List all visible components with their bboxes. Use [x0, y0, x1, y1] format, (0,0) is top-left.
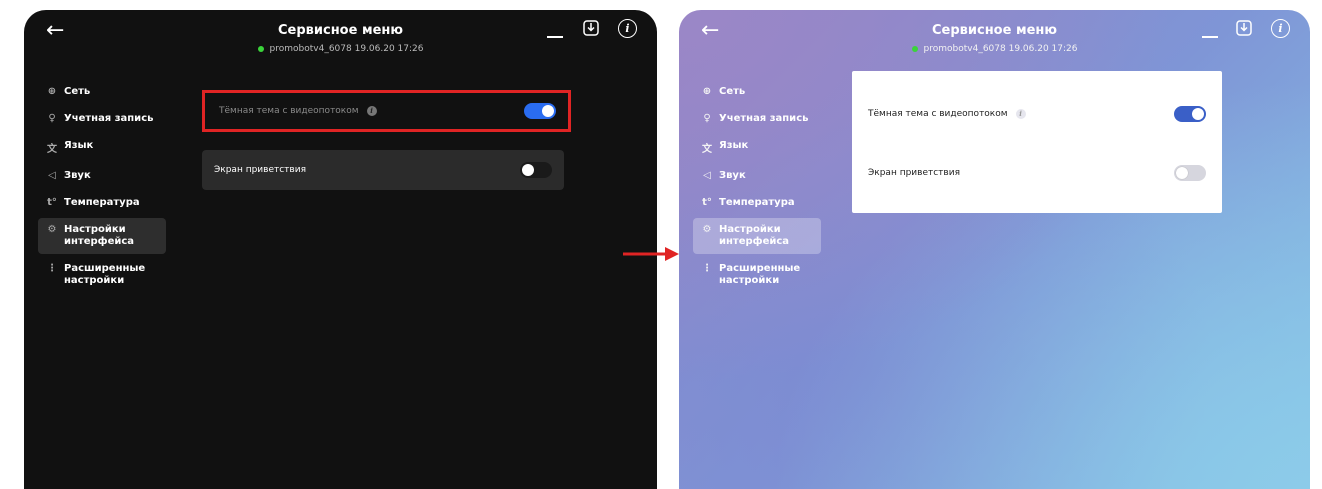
dark-theme-toggle[interactable]: [1174, 106, 1206, 122]
sidebar-icon: t°: [702, 197, 712, 208]
sidebar-icon: 文: [702, 144, 712, 155]
sidebar-item-2[interactable]: 文 Язык: [693, 134, 841, 161]
sidebar-item-1[interactable]: ♀ Учетная запись: [693, 107, 841, 131]
setting-label: Тёмная тема с видеопотоком i: [219, 106, 377, 116]
device-id-timestamp: promobotv4_6078 19.06.20 17:26: [923, 44, 1078, 54]
download-icon[interactable]: [1235, 19, 1253, 37]
download-icon[interactable]: [582, 19, 600, 37]
sidebar: ⊕ Сеть ♀ Учетная запись 文 Язык ◁ Звук t° Температ…: [693, 80, 841, 296]
toggle-knob: [1192, 108, 1204, 120]
sidebar-item-label: Сеть: [64, 86, 91, 97]
light-theme-screen: ← Сервисное меню promobotv4_6078 19.06.2…: [679, 10, 1310, 489]
sidebar-item-label: Язык: [64, 140, 94, 151]
info-icon[interactable]: i: [618, 19, 637, 38]
sidebar-item-label: Язык: [719, 140, 749, 151]
online-status-icon: [257, 45, 264, 52]
sidebar-item-label: Звук: [64, 170, 91, 181]
sidebar-item-2[interactable]: 文 Язык: [38, 134, 186, 161]
sidebar-item-5[interactable]: ⚙ Настройки интерфейса: [693, 218, 821, 254]
dark-theme-screen: ← Сервисное меню promobotv4_6078 19.06.2…: [24, 10, 657, 489]
online-status-icon: [911, 45, 918, 52]
sidebar-item-0[interactable]: ⊕ Сеть: [38, 80, 186, 104]
sidebar-item-label: Учетная запись: [719, 113, 809, 124]
sidebar-icon: ⚙: [47, 224, 57, 235]
sidebar: ⊕ Сеть ♀ Учетная запись 文 Язык ◁ Звук t° Температ…: [38, 80, 186, 296]
sidebar-item-0[interactable]: ⊕ Сеть: [693, 80, 841, 104]
transition-arrow-icon: [623, 247, 679, 261]
sidebar-item-4[interactable]: t° Температура: [38, 191, 186, 215]
info-icon[interactable]: i: [1015, 109, 1026, 119]
toggle-knob: [542, 105, 554, 117]
sidebar-item-label: Звук: [719, 170, 746, 181]
sidebar-item-5[interactable]: ⚙ Настройки интерфейса: [38, 218, 166, 254]
setting-label: Экран приветствия: [868, 168, 960, 178]
setting-label-text: Экран приветствия: [214, 165, 306, 175]
sidebar-icon: 文: [47, 144, 57, 155]
sidebar-icon: ⊕: [702, 86, 712, 97]
info-icon[interactable]: i: [1271, 19, 1290, 38]
device-status: promobotv4_6078 19.06.20 17:26: [24, 44, 657, 54]
sidebar-item-label: Настройки интерфейса: [64, 224, 135, 247]
sidebar-icon: ◁: [48, 170, 56, 181]
sidebar-item-label: Расширенные настройки: [719, 263, 801, 286]
sidebar-icon: ⚙: [702, 224, 712, 235]
sidebar-item-label: Температура: [64, 197, 140, 208]
sidebar-item-label: Учетная запись: [64, 113, 154, 124]
setting-label: Тёмная тема с видеопотоком i: [868, 109, 1026, 119]
sidebar-icon: ⋮: [47, 263, 57, 274]
sidebar-icon: t°: [47, 197, 57, 208]
sidebar-icon: ⊕: [47, 86, 57, 97]
setting-label-text: Тёмная тема с видеопотоком: [219, 106, 359, 116]
setting-label-text: Экран приветствия: [868, 168, 960, 178]
welcome-screen-toggle[interactable]: [520, 162, 552, 178]
sidebar-icon: ♀: [48, 113, 56, 124]
sidebar-icon: ⋮: [702, 263, 712, 274]
toggle-knob: [1176, 167, 1188, 179]
setting-row-welcome-screen: Экран приветствия: [852, 155, 1222, 191]
device-status: promobotv4_6078 19.06.20 17:26: [679, 44, 1310, 54]
setting-row-dark-theme: Тёмная тема с видеопотоком i: [852, 96, 1222, 132]
settings-card: [852, 71, 1222, 213]
sidebar-item-1[interactable]: ♀ Учетная запись: [38, 107, 186, 131]
sidebar-item-label: Сеть: [719, 86, 746, 97]
device-id-timestamp: promobotv4_6078 19.06.20 17:26: [269, 44, 424, 54]
sidebar-item-3[interactable]: ◁ Звук: [38, 164, 186, 188]
sidebar-item-label: Расширенные настройки: [64, 263, 146, 286]
sidebar-icon: ◁: [703, 170, 711, 181]
sidebar-item-3[interactable]: ◁ Звук: [693, 164, 841, 188]
dark-theme-toggle[interactable]: [524, 103, 556, 119]
sidebar-item-label: Температура: [719, 197, 795, 208]
minimize-icon[interactable]: [1202, 18, 1218, 40]
sidebar-icon: ♀: [703, 113, 711, 124]
welcome-screen-toggle[interactable]: [1174, 165, 1206, 181]
sidebar-item-label: Настройки интерфейса: [719, 224, 790, 247]
sidebar-item-6[interactable]: ⋮ Расширенные настройки: [693, 257, 841, 293]
sidebar-item-6[interactable]: ⋮ Расширенные настройки: [38, 257, 186, 293]
sidebar-item-4[interactable]: t° Температура: [693, 191, 841, 215]
setting-label: Экран приветствия: [214, 165, 306, 175]
minimize-icon[interactable]: [547, 18, 563, 40]
setting-row-welcome-screen: Экран приветствия: [202, 150, 564, 190]
info-icon[interactable]: i: [366, 106, 377, 116]
setting-label-text: Тёмная тема с видеопотоком: [868, 109, 1008, 119]
setting-row-dark-theme: Тёмная тема с видеопотоком i: [202, 90, 571, 132]
toggle-knob: [522, 164, 534, 176]
